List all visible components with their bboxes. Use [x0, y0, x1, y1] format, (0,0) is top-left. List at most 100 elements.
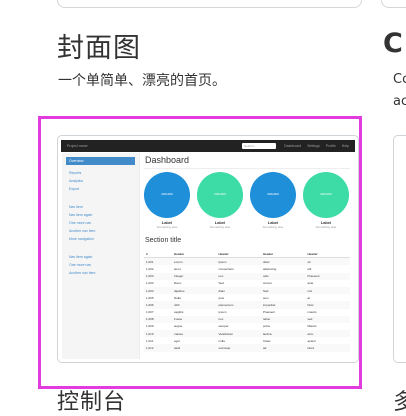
- preview-placeholder-sub: Something else: [315, 225, 337, 229]
- preview-table-cell: 1,007: [146, 310, 154, 315]
- preview-table-cell: Sed: [261, 286, 306, 295]
- preview-table-cell: Praesent: [263, 310, 276, 315]
- preview-table-cell: ipsum: [216, 257, 261, 266]
- preview-table-cell: Class: [263, 338, 271, 343]
- preview-table-row: 1,007 sagittis ipsum Praesent mauris: [144, 309, 350, 316]
- preview-placeholder-sub: Something else: [209, 225, 231, 229]
- preview-nav-link: Dashboard: [284, 144, 302, 148]
- preview-table-row: 1,003 libero Sed cursus ante: [144, 280, 350, 287]
- preview-sidebar-item: Export: [69, 187, 80, 191]
- preview-table-cell: mauris: [307, 310, 317, 315]
- preview-placeholder-size: 200x200: [161, 192, 173, 196]
- preview-table-cell: tellus: [261, 315, 306, 323]
- preview-table-row: 1,001 Lorem ipsum dolor sit: [144, 257, 350, 266]
- preview-table-cell: sit: [305, 257, 350, 266]
- preview-placeholder-size: 200x200: [320, 192, 332, 196]
- preview-divider: [144, 168, 350, 169]
- preview-table-cell: imperdiet: [261, 301, 306, 309]
- preview-dashboard-title: Dashboard: [145, 155, 190, 165]
- preview-table-cell: Mauris: [307, 324, 317, 329]
- previous-card-bottom-right: [381, 0, 406, 8]
- card-description: 一个单简单、漂亮的首页。: [58, 73, 226, 89]
- preview-placeholder-sub: Something else: [156, 225, 178, 229]
- next-card-description-line: Cc: [393, 72, 406, 87]
- preview-table-cell: dapibus: [172, 286, 217, 295]
- preview-table-row: 1,012 taciti sociosqu ad litora: [144, 344, 350, 352]
- preview-table-header: Header: [305, 250, 350, 259]
- preview-table-cell: sed: [305, 315, 350, 323]
- preview-brand: Project name: [67, 144, 88, 148]
- preview-placeholder-size: 200x200: [267, 192, 279, 196]
- next-row-title: 控制台: [57, 390, 127, 415]
- preview-table-header: Header: [261, 250, 306, 259]
- preview-search-input: Search...: [242, 143, 277, 149]
- preview-table-cell: 1,012: [144, 344, 172, 352]
- preview-table-cell: Praesent: [305, 272, 350, 280]
- preview-table-cell: porta: [263, 324, 270, 329]
- preview-nav-link: Profile: [325, 144, 336, 148]
- preview-table-cell: 1,003: [144, 272, 172, 280]
- preview-sidebar-item-active: Overview: [66, 157, 135, 165]
- preview-sidebar-item: More navigation: [69, 237, 94, 241]
- preview-placeholder-circle: 200x200: [303, 172, 349, 218]
- preview-table-cell: Duis: [305, 301, 350, 309]
- preview-table-cell: Sed: [218, 281, 224, 286]
- preview-table-row: 1,009 augue semper porta Mauris: [144, 323, 350, 330]
- preview-table-cell: Nulla: [174, 295, 181, 300]
- next-template-thumbnail[interactable]: [393, 135, 406, 363]
- next-row-title-right: 多: [393, 390, 406, 415]
- preview-table-cell: nibh: [172, 301, 217, 309]
- preview-sidebar-item: Nav item: [69, 205, 83, 209]
- preview-table-row: 1,008 Fusce nec tellus sed: [144, 315, 350, 323]
- preview-table-cell: nec: [216, 272, 261, 280]
- preview-sidebar-item: Analytics: [69, 179, 84, 183]
- preview-table-row: 1,010 massa Vestibulum lacinia arcu: [144, 330, 350, 338]
- preview-table-cell: 1,004: [144, 286, 172, 295]
- preview-table-header: Header: [172, 250, 217, 259]
- preview-table-cell: ad: [261, 344, 306, 352]
- preview-navbar: Project name Search... Dashboard Setting…: [61, 140, 355, 152]
- preview-sidebar-item: Another nav item: [69, 271, 96, 275]
- cover-template-thumbnail[interactable]: Project name Search... Dashboard Setting…: [57, 135, 359, 363]
- preview-placeholder: 200x200 Label Something else: [250, 172, 296, 229]
- preview-table-cell: augue: [174, 324, 183, 329]
- preview-table-cell: ipsum: [218, 310, 227, 315]
- previous-card-bottom: [57, 0, 362, 8]
- preview-table-cell: Lorem: [172, 257, 217, 266]
- preview-table-cell: 1,005: [146, 295, 154, 300]
- preview-table: # Header Header Header Header 1,001 Lorem…: [144, 250, 350, 352]
- preview-sidebar-item: One more nav: [69, 263, 92, 267]
- preview-table-cell: sem: [263, 295, 269, 300]
- preview-table-cell: nec: [216, 315, 261, 323]
- next-card-description-line: ac: [393, 94, 406, 109]
- preview-table-cell: adipiscing: [263, 266, 277, 271]
- preview-table-row: 1,003 Integer nec odio Praesent: [144, 272, 350, 280]
- preview-main: Dashboard 200x200 Label Something else 2…: [144, 153, 354, 359]
- preview-table-cell: ante: [307, 281, 314, 286]
- preview-table-header: Header: [216, 250, 261, 259]
- preview-table-cell: 1,010: [144, 330, 172, 338]
- preview-placeholder-circle: 200x200: [197, 172, 243, 218]
- preview-table-cell: aptent: [307, 338, 316, 343]
- preview-table-cell: litora: [305, 344, 350, 352]
- preview-sidebar-item: One more nav: [69, 221, 92, 225]
- preview-table-cell: libero: [174, 281, 182, 286]
- preview-table-cell: amet: [174, 266, 181, 271]
- preview-table-cell: diam: [216, 286, 261, 295]
- preview-nav-link: Help: [341, 144, 349, 148]
- preview-placeholder: 200x200 Label Something else: [197, 172, 243, 229]
- preview-table-row: 1,002 amet consectetur adipiscing elit: [144, 265, 350, 272]
- preview-table-cell: 1,006: [144, 301, 172, 309]
- preview-table-cell: sociosqu: [216, 344, 261, 352]
- preview-placeholder-size: 200x200: [214, 192, 226, 196]
- next-card-title: C: [383, 28, 403, 59]
- preview-table-cell: sagittis: [174, 310, 184, 315]
- preview-table-cell: elementum: [216, 301, 261, 309]
- preview-sidebar-item: Another nav item: [69, 229, 96, 233]
- preview-placeholder-circle: 200x200: [250, 172, 296, 218]
- preview-table-cell: at: [307, 295, 311, 300]
- preview-table-row: 1,006 nibh elementum imperdiet Duis: [144, 301, 350, 309]
- preview-table-header-row: # Header Header Header Header: [144, 250, 350, 259]
- preview-table-cell: 1,001: [144, 257, 172, 266]
- preview-table-row: 1,005 Nulla quis sem at: [144, 294, 350, 301]
